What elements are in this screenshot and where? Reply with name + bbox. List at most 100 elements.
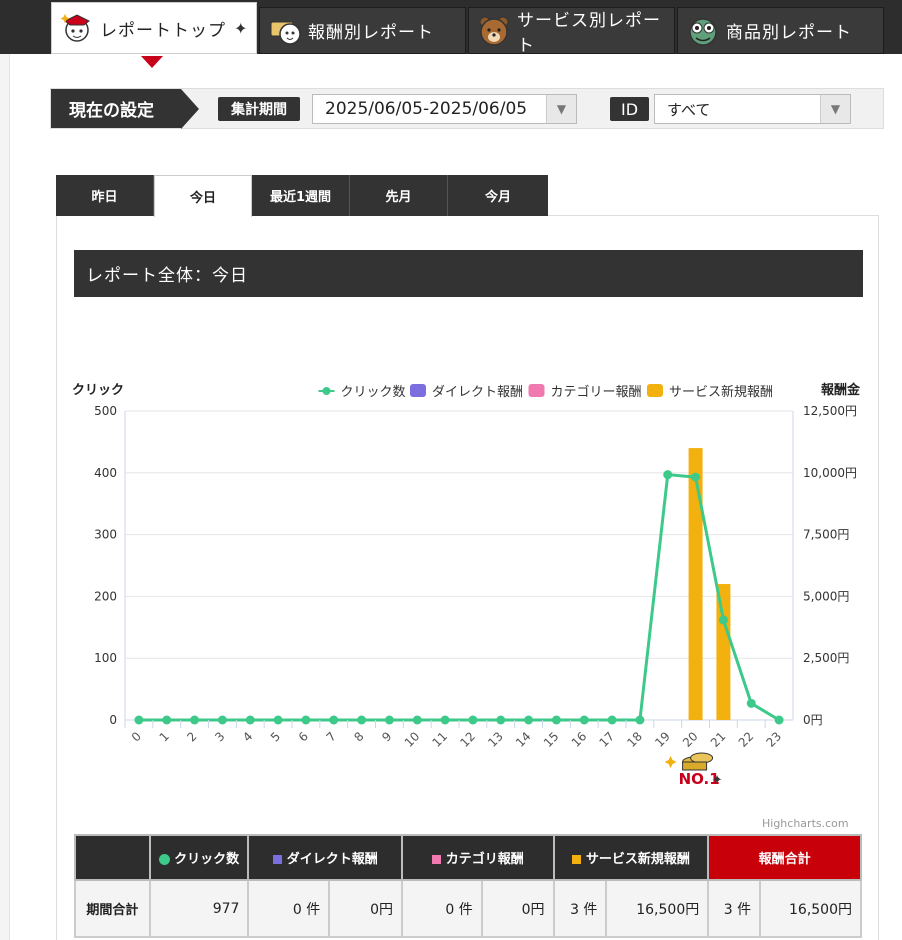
bar-20 [688, 448, 703, 720]
chart-credit[interactable]: Highcharts.com [762, 817, 849, 830]
id-label: ID [610, 97, 649, 121]
chevron-down-icon[interactable]: ▼ [546, 95, 576, 123]
sparkle-icon: ✦ [234, 18, 249, 38]
y-tick-label-left: 0 [109, 713, 117, 727]
tab-label: サービス別レポート [517, 10, 661, 56]
x-tick-label: 8 [351, 729, 366, 744]
direct-square-icon [272, 855, 282, 864]
tab-product-report[interactable]: 商品別レポート [677, 7, 884, 54]
sparkle-icon [664, 756, 677, 768]
period-tab-this-month[interactable]: 今月 [448, 175, 548, 216]
x-tick-label: 4 [240, 729, 255, 744]
tab-service-report[interactable]: サービス別レポート [468, 7, 675, 56]
chart-line [134, 470, 784, 725]
legend-square-icon [410, 384, 426, 397]
cell-category-amount: 0円 [480, 879, 555, 938]
period-tab-yesterday[interactable]: 昨日 [56, 175, 154, 216]
cell-clicks: 977 [148, 879, 250, 938]
mascot-bear-icon [477, 14, 511, 48]
table-header-service: サービス新規報酬 [552, 834, 710, 881]
tab-label: 商品別レポート [726, 23, 852, 43]
y-tick-label-left: 400 [94, 466, 117, 480]
x-tick-label: 5 [268, 729, 283, 744]
chevron-down-icon[interactable]: ▼ [820, 95, 850, 123]
legend-label: サービス新規報酬 [669, 384, 773, 400]
x-tick-label: 10 [402, 729, 423, 750]
x-axis-ticks: 0 1 2 3 4 5 6 7 8 9 10 11 12 13 14 15 16 17 18 19 20 21 22 23 [124, 720, 784, 750]
y-tick-label-left: 500 [94, 404, 117, 418]
y-tick-label-left: 300 [94, 528, 117, 542]
tab-reward-report[interactable]: 報酬別レポート [259, 7, 466, 54]
click-point [301, 715, 311, 725]
click-point [496, 715, 506, 725]
settings-bar: 現在の設定 集計期間 2025/06/05-2025/06/05 ▼ ID すべ… [50, 88, 884, 129]
x-tick-label: 17 [596, 729, 617, 750]
no1-badge-icon: NO.1✦ [664, 752, 723, 788]
click-point [607, 715, 617, 725]
click-point [162, 715, 172, 725]
click-point [357, 715, 367, 725]
legend-label: カテゴリー報酬 [551, 384, 642, 400]
table-header-clicks: クリック数 [148, 834, 250, 881]
y-axis-right-title: 報酬金 [821, 382, 861, 398]
cell-service-count: 3 件 [552, 879, 608, 938]
click-point [524, 715, 534, 725]
click-point [551, 715, 561, 725]
period-value: 2025/06/05-2025/06/05 [325, 99, 528, 119]
period-tab-last-month[interactable]: 先月 [350, 175, 448, 216]
x-tick-label: 1 [157, 729, 172, 744]
y-tick-label-left: 100 [94, 651, 117, 665]
x-tick-label: 21 [708, 729, 729, 750]
period-tab-last-week[interactable]: 最近1週間 [252, 175, 350, 216]
coin-stack [682, 761, 708, 771]
tab-report-top[interactable]: レポートトップ ✦ [51, 2, 257, 54]
x-tick-label: 15 [541, 729, 562, 750]
x-tick-label: 16 [569, 729, 590, 750]
chart-bars [688, 448, 731, 720]
period-label: 集計期間 [218, 97, 300, 121]
click-point [440, 715, 450, 725]
mascot-money-icon [268, 14, 302, 48]
table-header-row: クリック数 ダイレクト報酬 カテゴリ報酬 サービス新規報酬 報酬合計 [74, 834, 862, 881]
period-select[interactable]: 2025/06/05-2025/06/05 ▼ [312, 94, 577, 124]
report-title: レポート全体：今日 [74, 250, 863, 297]
table-header-category: カテゴリ報酬 [401, 834, 555, 881]
click-point [190, 715, 200, 725]
bar-21 [716, 584, 731, 720]
y-tick-label-right: 10,000円 [803, 466, 857, 480]
x-tick-label: 12 [457, 729, 478, 750]
click-point [217, 715, 227, 725]
click-dot-icon [159, 854, 171, 865]
x-tick-label: 2 [184, 729, 199, 744]
x-tick-label: 14 [513, 729, 534, 750]
legend-label: クリック数 [341, 385, 406, 400]
tab-label: 報酬別レポート [308, 23, 434, 43]
cell-total-amount: 16,500円 [759, 879, 862, 938]
cell-direct-amount: 0円 [328, 879, 403, 938]
click-point [273, 715, 283, 725]
x-tick-label: 0 [129, 729, 144, 744]
x-tick-label: 3 [212, 729, 227, 744]
legend-square-icon [528, 384, 545, 397]
x-tick-label: 18 [624, 729, 645, 750]
click-point [579, 715, 589, 725]
table-header-direct: ダイレクト報酬 [247, 834, 403, 881]
period-tab-today[interactable]: 今日 [154, 175, 252, 217]
table-header-total: 報酬合計 [707, 834, 862, 881]
x-tick-label: 13 [485, 729, 506, 750]
cell-direct-count: 0 件 [247, 879, 331, 938]
active-tab-indicator-icon [141, 56, 163, 68]
chart-legend[interactable]: クリック数 ダイレクト報酬 カテゴリー報酬 サービス新規報酬 [318, 384, 774, 400]
x-tick-label: 19 [652, 729, 673, 750]
id-select[interactable]: すべて ▼ [654, 94, 851, 124]
service-square-icon [571, 855, 581, 864]
mascot-samurai-icon [60, 11, 94, 45]
table-row: 期間合計 977 0 件 0円 0 件 0円 3 件 16,500円 3 件 1… [74, 879, 862, 938]
y-axis-left-title: クリック [72, 383, 124, 398]
x-tick-label: 7 [324, 729, 339, 744]
mascot-frog-icon [686, 14, 720, 48]
y-tick-label-right: 5,000円 [803, 589, 849, 603]
settings-label: 現在の設定 [51, 89, 199, 129]
x-tick-label: 11 [429, 729, 450, 750]
tab-label: レポートトップ [100, 20, 226, 41]
